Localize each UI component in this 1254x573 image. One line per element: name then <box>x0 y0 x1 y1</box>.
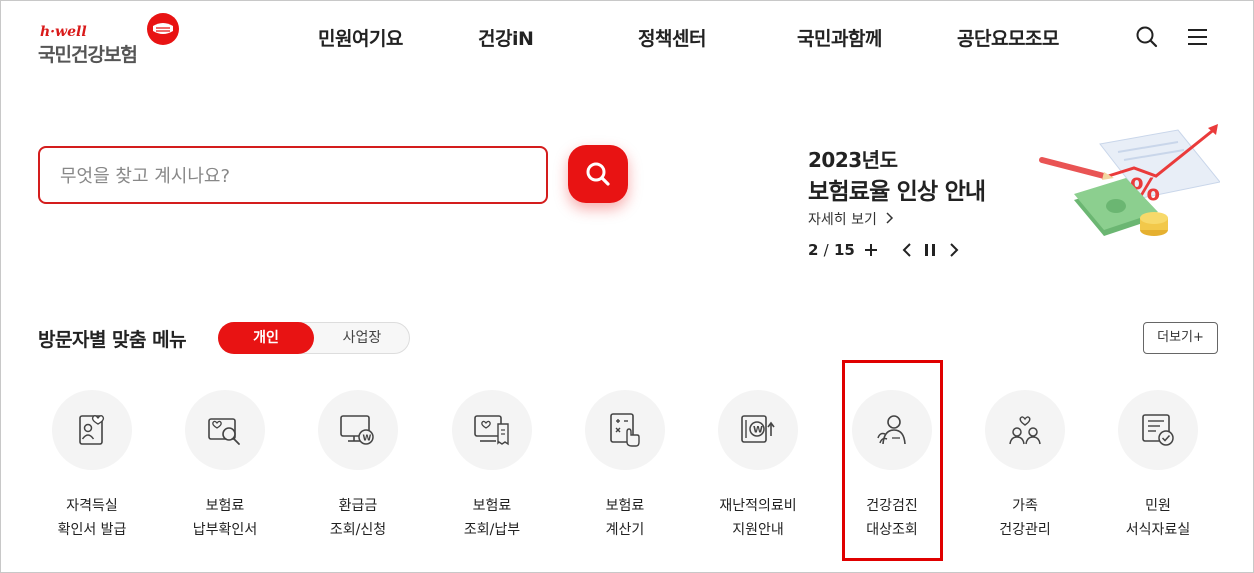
banner-total: 15 <box>833 241 855 259</box>
search-icon[interactable] <box>1134 24 1160 50</box>
id-card-icon <box>79 415 105 445</box>
menu-item-catastrophic-medical[interactable]: W 재난적의료비 지원안내 <box>703 390 813 550</box>
menu-label-line2: 지원안내 <box>732 522 784 538</box>
chevron-left-icon[interactable] <box>897 240 917 260</box>
banner-year: 2023년도 <box>808 148 898 172</box>
document-check-icon <box>1142 414 1174 446</box>
pause-icon[interactable] <box>920 240 940 260</box>
menu-icon-circle <box>1118 390 1198 470</box>
menu-icon-circle <box>585 390 665 470</box>
logo-title: 국민건강보험 <box>38 44 138 66</box>
menu-icon[interactable] <box>1185 24 1211 50</box>
family-health-icon <box>1009 416 1041 445</box>
menu-item-forms-library[interactable]: 민원 서식자료실 <box>1103 390 1213 550</box>
highlight-box <box>842 360 943 561</box>
medical-support-icon: W <box>741 415 775 443</box>
tab-business[interactable]: 사업장 <box>315 323 409 353</box>
bill-monitor-icon <box>474 415 509 446</box>
plus-icon[interactable] <box>861 240 881 260</box>
menu-label-line1: 보험료 <box>205 498 245 514</box>
menu-label-line1: 재난적의료비 <box>719 498 797 514</box>
banner-link-label: 자세히 보기 <box>808 212 877 228</box>
menu-label-line1: 환급금 <box>338 498 378 514</box>
menu-label-line2: 납부확인서 <box>192 522 258 538</box>
menu-label-line2: 조회/신청 <box>329 522 387 538</box>
banner-counter: 2 / 15 <box>808 241 855 259</box>
nav-item-health-in[interactable]: 건강iN <box>478 24 534 51</box>
chevron-right-icon <box>886 212 894 224</box>
chevron-right-icon[interactable] <box>944 240 964 260</box>
menu-item-calculator[interactable]: 보험료 계산기 <box>570 390 680 550</box>
menu-label: 가족 건강관리 <box>970 494 1080 542</box>
nav-item-corporation[interactable]: 공단요모조모 <box>957 24 1059 51</box>
more-button[interactable]: 더보기+ <box>1143 322 1218 354</box>
search-box <box>38 146 548 204</box>
logo-subtitle: h·well <box>40 24 87 40</box>
menu-item-eligibility[interactable]: 자격득실 확인서 발급 <box>37 390 147 550</box>
menu-label-line1: 가족 <box>1012 498 1038 514</box>
menu-label-line2: 조회/납부 <box>463 522 521 538</box>
menu-label-line2: 건강관리 <box>999 522 1051 538</box>
menu-item-premium-inquiry[interactable]: 보험료 조회/납부 <box>437 390 547 550</box>
menu-label: 환급금 조회/신청 <box>303 494 413 542</box>
calculator-icon <box>610 413 640 447</box>
menu-icon-circle <box>452 390 532 470</box>
payment-search-icon <box>208 418 240 445</box>
banner-detail-link[interactable]: 자세히 보기 <box>808 209 895 229</box>
banner-separator: / <box>823 241 829 259</box>
menu-item-payment-confirmation[interactable]: 보험료 납부확인서 <box>170 390 280 550</box>
menu-icon-circle <box>185 390 265 470</box>
menu-label: 보험료 납부확인서 <box>170 494 280 542</box>
premium-rise-illustration: % <box>1039 124 1220 236</box>
menu-label-line1: 자격득실 <box>66 498 118 514</box>
logo-mark-icon <box>147 13 179 45</box>
svg-text:W: W <box>363 434 372 443</box>
menu-label: 보험료 계산기 <box>570 494 680 542</box>
menu-item-refund[interactable]: W 환급금 조회/신청 <box>303 390 413 550</box>
nav-item-civil[interactable]: 민원여기요 <box>318 24 403 51</box>
menu-label: 재난적의료비 지원안내 <box>703 494 813 542</box>
banner-current: 2 <box>808 241 819 259</box>
svg-text:W: W <box>753 426 763 436</box>
nav-item-together[interactable]: 국민과함께 <box>797 24 882 51</box>
nav-item-policy[interactable]: 정책센터 <box>638 24 706 51</box>
menu-icon-circle <box>985 390 1065 470</box>
search-icon <box>586 162 610 186</box>
tab-personal[interactable]: 개인 <box>218 322 314 354</box>
menu-label: 민원 서식자료실 <box>1103 494 1213 542</box>
menu-icon-circle <box>52 390 132 470</box>
menu-item-family-health[interactable]: 가족 건강관리 <box>970 390 1080 550</box>
banner-title: 보험료율 인상 안내 <box>808 179 986 205</box>
menu-icon-circle: W <box>318 390 398 470</box>
menu-label: 자격득실 확인서 발급 <box>37 494 147 542</box>
refund-monitor-icon: W <box>340 415 374 445</box>
menu-label-line1: 보험료 <box>472 498 512 514</box>
visitor-menu-title: 방문자별 맞춤 메뉴 <box>38 329 187 351</box>
site-logo[interactable]: h·well 국민건강보험 <box>38 12 188 66</box>
menu-label-line2: 계산기 <box>605 522 645 538</box>
menu-label: 보험료 조회/납부 <box>437 494 547 542</box>
menu-label-line2: 서식자료실 <box>1125 522 1191 538</box>
menu-label-line1: 보험료 <box>605 498 645 514</box>
menu-label-line2: 확인서 발급 <box>57 522 127 538</box>
visitor-type-toggle: 개인 사업장 <box>218 322 410 354</box>
search-button[interactable] <box>568 145 628 203</box>
search-input[interactable] <box>60 162 520 190</box>
menu-label-line1: 민원 <box>1145 498 1171 514</box>
menu-icon-circle: W <box>718 390 798 470</box>
